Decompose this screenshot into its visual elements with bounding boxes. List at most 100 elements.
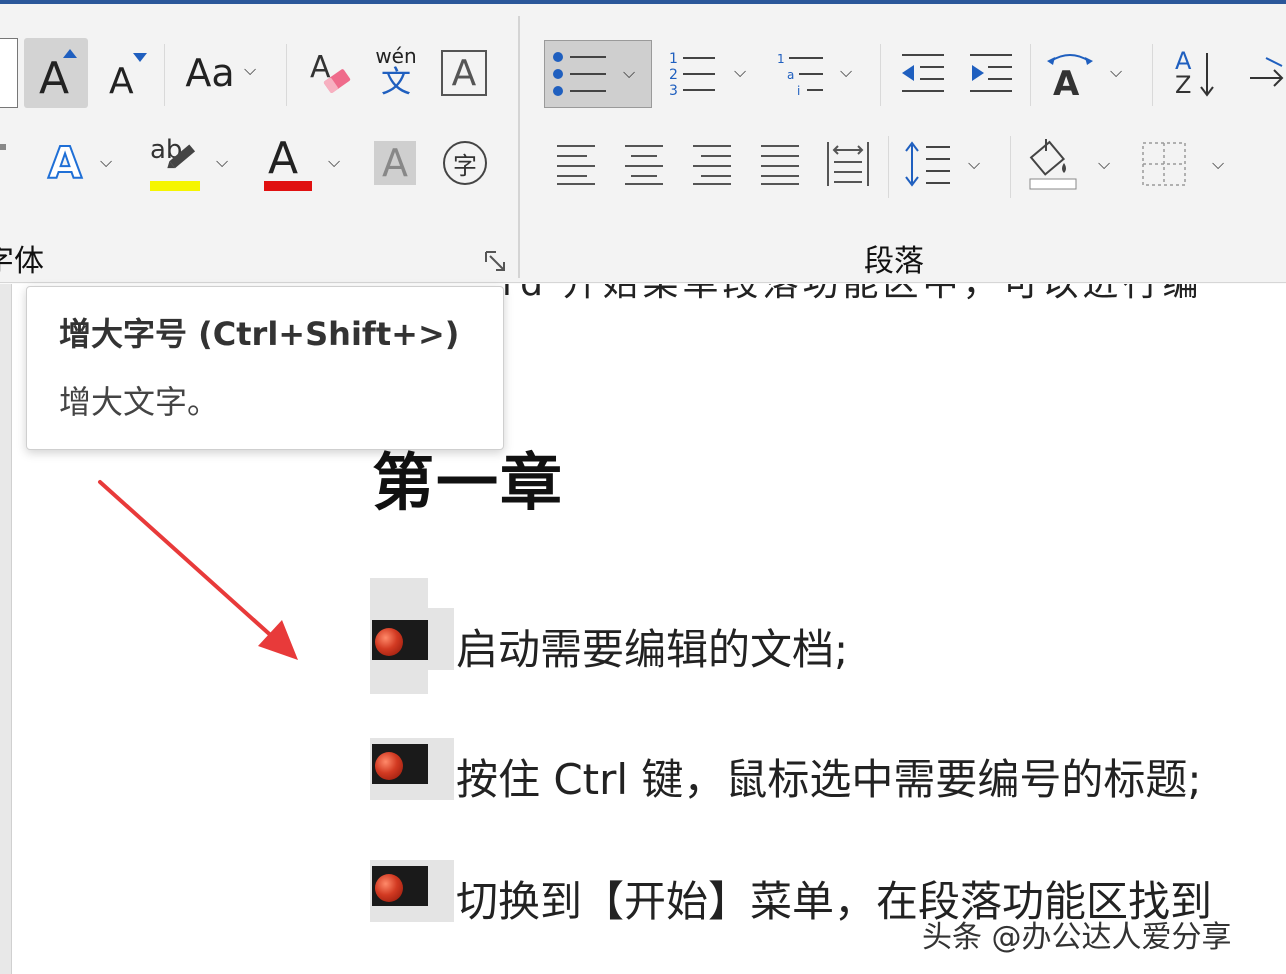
highlight-color-bar bbox=[150, 181, 200, 191]
apple-bullet-icon bbox=[372, 866, 428, 906]
multilevel-list-icon: 1 a i bbox=[777, 52, 823, 98]
phonetic-guide-icon: 文 bbox=[381, 65, 411, 100]
font-color-glyph: A bbox=[268, 133, 299, 184]
chevron-down-icon: ⌵ bbox=[734, 62, 747, 81]
highlighter-icon: ab bbox=[144, 133, 200, 193]
paragraph-group-label: 段落 bbox=[864, 244, 924, 279]
change-case-icon: Aa bbox=[185, 51, 235, 95]
line-spacing-button[interactable]: ⌵ bbox=[898, 132, 990, 196]
svg-text:1: 1 bbox=[777, 52, 785, 66]
arrow-right-icon bbox=[1250, 57, 1284, 87]
font-color-icon: A bbox=[260, 133, 314, 193]
chevron-down-icon: ⌵ bbox=[623, 63, 636, 82]
increase-indent-icon bbox=[970, 54, 1012, 92]
list-item-text: 按住 Ctrl 键，鼠标选中需要编号的标题; bbox=[456, 755, 1202, 804]
decrease-indent-button[interactable] bbox=[892, 40, 952, 108]
change-case-button[interactable]: Aa ⌵ bbox=[176, 38, 266, 108]
list-item[interactable]: 按住 Ctrl 键，鼠标选中需要编号的标题; bbox=[370, 718, 1286, 808]
apple-bullet-icon bbox=[372, 620, 428, 660]
character-shading-icon: A bbox=[374, 141, 416, 185]
grow-font-glyph: A bbox=[39, 53, 70, 104]
grow-font-tooltip: 增大字号 (Ctrl+Shift+>) 增大文字。 bbox=[26, 286, 504, 450]
shrink-font-button[interactable]: A bbox=[98, 38, 154, 108]
text-effects-icon: A bbox=[47, 137, 83, 190]
borders-button[interactable]: ⌵ bbox=[1134, 132, 1234, 196]
chevron-down-icon: ⌵ bbox=[100, 152, 113, 171]
highlight-button[interactable]: ab ⌵ bbox=[140, 130, 240, 196]
align-right-button[interactable] bbox=[684, 132, 740, 196]
character-shading-glyph: A bbox=[382, 141, 408, 185]
chevron-down-icon: ⌵ bbox=[1212, 154, 1225, 173]
list-item-text: 启动需要编辑的文档; bbox=[456, 625, 849, 674]
svg-text:3: 3 bbox=[669, 83, 678, 99]
align-left-icon bbox=[557, 145, 595, 185]
clipped-dot bbox=[0, 144, 6, 150]
watermark: 头条 @办公达人爱分享 bbox=[922, 920, 1232, 955]
distributed-button[interactable] bbox=[820, 132, 876, 196]
align-center-icon bbox=[625, 145, 663, 185]
svg-text:a: a bbox=[787, 68, 794, 82]
sort-icon: A Z bbox=[1171, 47, 1217, 101]
chevron-down-icon: ⌵ bbox=[328, 152, 341, 171]
text-direction-icon: A bbox=[1047, 54, 1093, 97]
text-direction-button[interactable]: A ⌵ bbox=[1042, 40, 1132, 108]
chevron-down-icon: ⌵ bbox=[1098, 154, 1111, 173]
document-cutoff-line: rd 开始菜单段落功能区中，可以进行编 bbox=[502, 284, 1202, 306]
svg-text:2: 2 bbox=[669, 67, 678, 83]
decrease-indent-icon bbox=[902, 54, 944, 92]
character-border-glyph: A bbox=[451, 52, 477, 94]
tooltip-title: 增大字号 (Ctrl+Shift+>) bbox=[59, 315, 460, 353]
show-formatting-button[interactable] bbox=[1246, 40, 1286, 108]
sort-glyph-z: Z bbox=[1175, 71, 1192, 99]
font-color-bar bbox=[264, 181, 312, 191]
justify-icon bbox=[761, 145, 799, 185]
chevron-down-icon: ⌵ bbox=[1110, 62, 1123, 81]
phonetic-pinyin: wén bbox=[375, 44, 417, 68]
eraser-icon: A bbox=[310, 50, 351, 93]
chevron-down-icon: ⌵ bbox=[216, 152, 229, 171]
shrink-font-icon: A bbox=[101, 45, 151, 102]
font-dialog-launcher-icon[interactable] bbox=[484, 250, 508, 278]
justify-button[interactable] bbox=[752, 132, 808, 196]
chevron-down-icon: ⌵ bbox=[968, 154, 981, 173]
shrink-font-glyph: A bbox=[109, 61, 134, 102]
enclose-characters-icon: 字 bbox=[443, 141, 487, 185]
character-border-button[interactable]: A bbox=[436, 38, 492, 108]
distributed-icon bbox=[827, 142, 869, 186]
tooltip-description: 增大文字。 bbox=[59, 383, 220, 421]
list-item[interactable]: 启动需要编辑的文档; bbox=[370, 578, 1286, 694]
grow-font-button[interactable]: A bbox=[24, 38, 88, 108]
bullets-icon bbox=[553, 52, 606, 96]
increase-indent-button[interactable] bbox=[960, 40, 1020, 108]
align-right-icon bbox=[693, 145, 731, 185]
text-effects-button[interactable]: A ⌵ bbox=[36, 130, 124, 196]
font-color-button[interactable]: A ⌵ bbox=[256, 130, 352, 196]
align-left-button[interactable] bbox=[548, 132, 604, 196]
chevron-down-icon: ⌵ bbox=[840, 62, 853, 81]
bullets-button[interactable]: ⌵ bbox=[544, 40, 652, 108]
document-margin bbox=[0, 284, 12, 974]
numbering-button[interactable]: 1 2 3 ⌵ bbox=[664, 40, 756, 108]
character-border-icon: A bbox=[441, 50, 487, 96]
character-shading-button[interactable]: A bbox=[366, 130, 424, 196]
annotation-arrow-icon bbox=[98, 480, 298, 660]
multilevel-list-button[interactable]: 1 a i ⌵ bbox=[772, 40, 864, 108]
phonetic-guide-button[interactable]: wén 文 bbox=[368, 38, 424, 108]
borders-icon bbox=[1142, 142, 1186, 186]
enclose-characters-button[interactable]: 字 bbox=[436, 130, 494, 196]
numbering-icon: 1 2 3 bbox=[669, 51, 715, 99]
line-spacing-icon bbox=[905, 141, 950, 187]
apple-bullet-icon bbox=[372, 744, 428, 784]
align-center-button[interactable] bbox=[616, 132, 672, 196]
svg-text:A: A bbox=[1053, 64, 1080, 97]
enclose-characters-glyph: 字 bbox=[453, 151, 477, 180]
shading-button[interactable]: ⌵ bbox=[1022, 132, 1120, 196]
chevron-down-icon: ⌵ bbox=[244, 60, 257, 79]
clear-formatting-button[interactable]: A bbox=[302, 38, 358, 108]
font-size-box-clipped[interactable] bbox=[0, 38, 18, 108]
paint-bucket-icon bbox=[1029, 139, 1077, 190]
ribbon: A A Aa ⌵ A wén 文 A A ⌵ ab ⌵ A ⌵ A 字 体 ⌵ … bbox=[0, 4, 1286, 283]
group-separator bbox=[518, 16, 520, 278]
svg-text:1: 1 bbox=[669, 51, 678, 67]
sort-button[interactable]: A Z bbox=[1164, 40, 1224, 108]
